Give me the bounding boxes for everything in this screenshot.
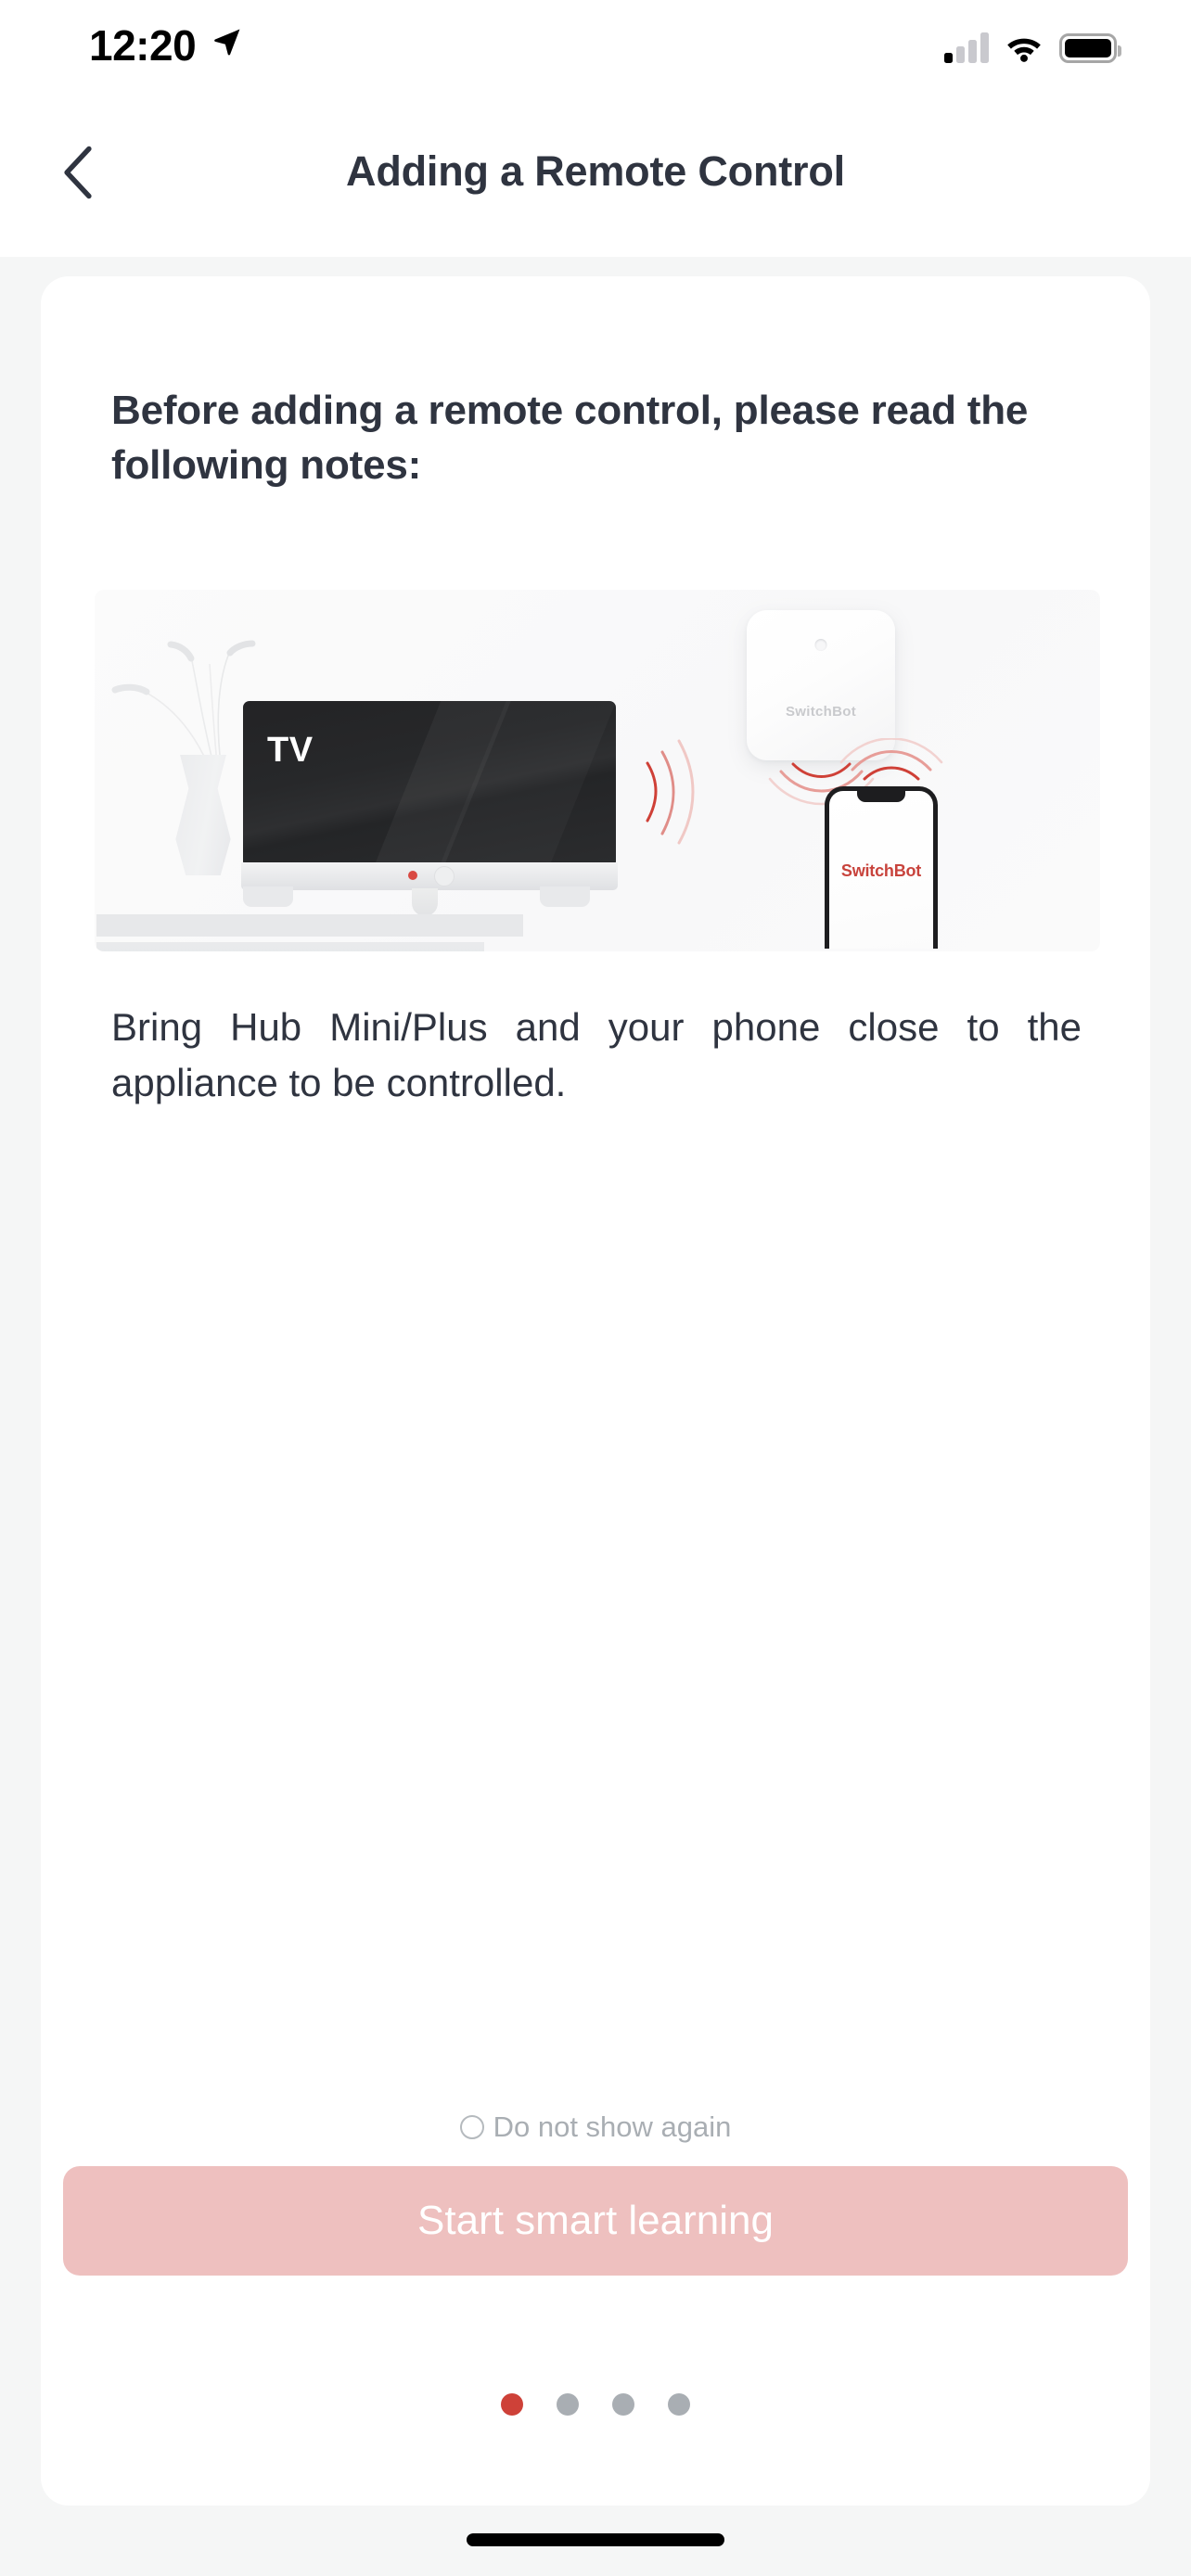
notes-heading: Before adding a remote control, please r… [111, 388, 1029, 488]
back-button[interactable] [45, 139, 111, 206]
status-bar-time: 12:20 [89, 21, 197, 70]
status-bar-indicators [944, 26, 1121, 63]
location-arrow-icon [211, 26, 243, 62]
page-dot-4[interactable] [668, 2393, 690, 2416]
notes-card: Before adding a remote control, please r… [41, 276, 1150, 2506]
instruction-illustration: TV SwitchBot SwitchBot [95, 590, 1100, 951]
tv-console-top [96, 914, 523, 937]
battery-full-icon [1059, 33, 1121, 63]
page-indicator [41, 2393, 1150, 2416]
tv-power-led-icon [408, 871, 417, 880]
tv-screen: TV [243, 701, 616, 864]
do-not-show-again-option[interactable]: Do not show again [41, 2111, 1150, 2144]
smartphone-mockup: SwitchBot [825, 786, 938, 949]
tv-screen-label: TV [267, 731, 314, 770]
wifi-icon [1007, 38, 1041, 62]
start-smart-learning-button[interactable]: Start smart learning [63, 2166, 1128, 2276]
tv-stand-neck [412, 888, 438, 916]
phone-screen: 12:20 Adding a Remote Control Before add… [0, 0, 1191, 2576]
status-bar: 12:20 [0, 0, 1191, 85]
instruction-body-text: Bring Hub Mini/Plus and your phone close… [111, 1005, 1082, 1104]
cellular-signal-icon [944, 32, 989, 63]
tv-stand-foot-left [243, 886, 293, 907]
ir-signal-waves-icon [839, 738, 943, 781]
ir-signal-waves-icon [646, 739, 695, 845]
do-not-show-again-label: Do not show again [493, 2111, 732, 2143]
hub-brand-label: SwitchBot [785, 704, 857, 720]
navigation-bar: Adding a Remote Control [0, 85, 1191, 257]
phone-notch-icon [857, 791, 905, 802]
tv-stand-foot-right [540, 886, 590, 907]
page-dot-3[interactable] [612, 2393, 634, 2416]
home-indicator[interactable] [467, 2533, 724, 2546]
tv-power-button-icon [434, 866, 455, 886]
do-not-show-again-radio[interactable] [459, 2115, 484, 2139]
page-dot-2[interactable] [557, 2393, 579, 2416]
phone-brand-label: SwitchBot [840, 861, 922, 880]
page-dot-1[interactable] [501, 2393, 523, 2416]
hub-status-led-icon [814, 639, 827, 651]
chevron-left-icon [64, 146, 92, 199]
page-title: Adding a Remote Control [346, 147, 845, 195]
tv-console-icon [96, 942, 484, 951]
